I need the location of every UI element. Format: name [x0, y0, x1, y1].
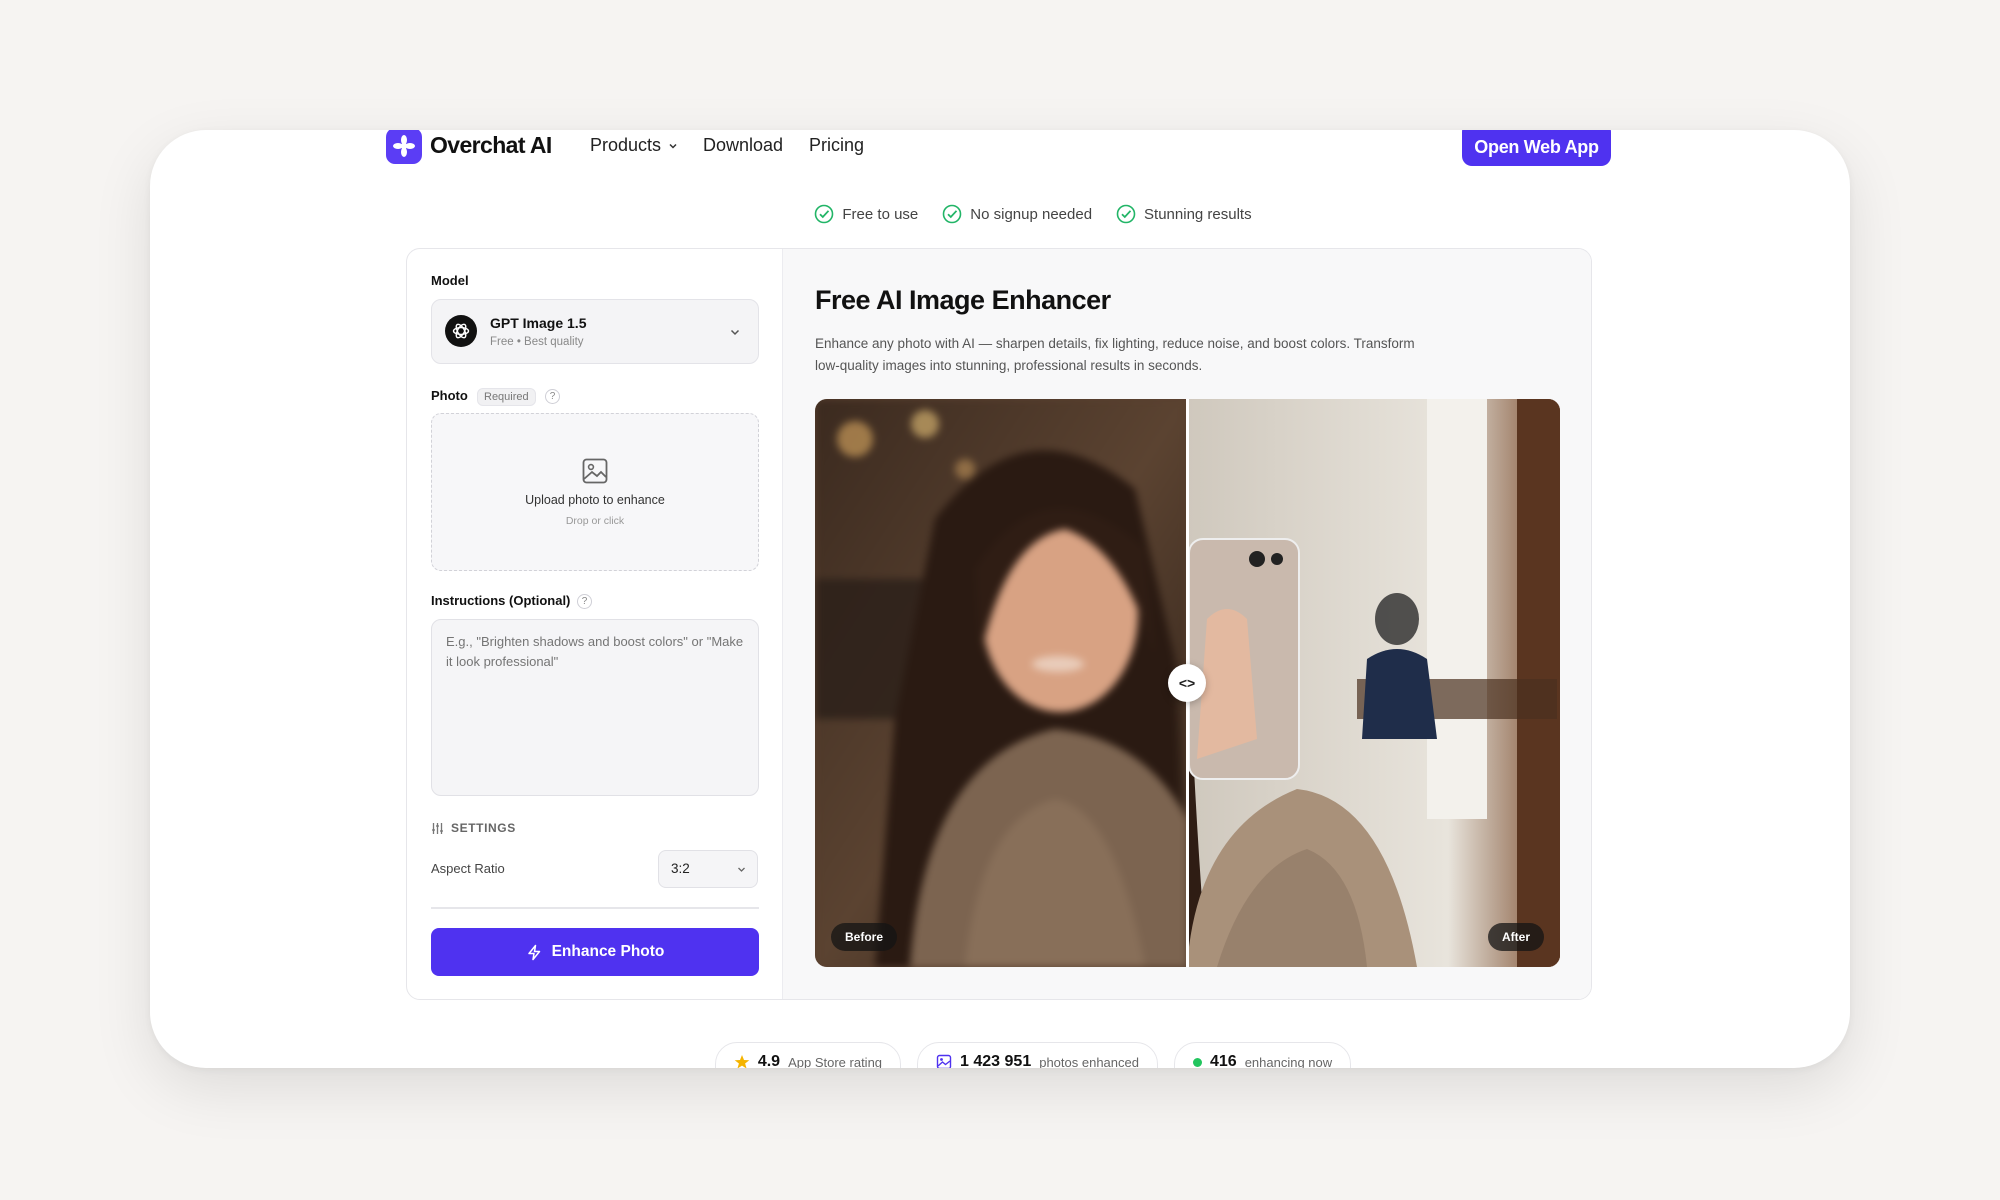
brand-name[interactable]: Overchat AI: [430, 132, 552, 159]
check-circle-icon: [815, 204, 834, 224]
sliders-icon: [432, 822, 443, 834]
stat-label: App Store rating: [788, 1054, 883, 1069]
split-handle[interactable]: <>: [1168, 664, 1206, 702]
model-name: GPT Image 1.5: [490, 315, 587, 331]
divider: [431, 907, 759, 909]
chevron-down-icon: [730, 329, 740, 336]
feature-label: Stunning results: [1144, 205, 1252, 223]
feature-item: Stunning results: [1116, 204, 1252, 224]
feature-item: Free to use: [814, 204, 918, 224]
hero-panel: Free AI Image Enhancer Enhance any photo…: [783, 249, 1591, 999]
before-photo: [815, 399, 1187, 967]
enhance-photo-label: Enhance Photo: [551, 943, 665, 960]
upload-title: Upload photo to enhance: [525, 493, 665, 507]
chevron-down-icon: [669, 143, 677, 149]
browser-frame: Overchat AI Products Download Pricing Op…: [150, 130, 1850, 1068]
model-select[interactable]: GPT Image 1.5 Free • Best quality: [431, 299, 759, 364]
lightning-icon: [527, 944, 540, 960]
openai-icon: [445, 315, 477, 347]
photo-label: Photo: [431, 388, 468, 403]
check-circle-icon: [1116, 204, 1136, 224]
feature-label: Free to use: [842, 205, 919, 223]
stat-live: 416 enhancing now: [1173, 1042, 1352, 1069]
before-label: Before: [831, 923, 898, 951]
aspect-ratio-value: 3:2: [671, 861, 690, 876]
instructions-label: Instructions (Optional): [431, 593, 571, 608]
image-icon: [936, 1054, 952, 1068]
check-circle-icon: [942, 204, 962, 224]
settings-header: SETTINGS: [431, 821, 516, 835]
image-icon: [582, 458, 608, 484]
open-web-app-button[interactable]: Open Web App: [1462, 130, 1611, 166]
feature-list: Free to use No signup needed Stunning re…: [150, 204, 1850, 224]
before-after-comparison[interactable]: <> Before After: [815, 399, 1560, 967]
feature-item: No signup needed: [942, 204, 1092, 224]
page-title: Free AI Image Enhancer: [815, 285, 1111, 315]
instructions-textarea[interactable]: [431, 619, 759, 796]
after-photo: [1187, 399, 1560, 967]
aspect-ratio-select[interactable]: 3:2: [658, 850, 758, 888]
upload-subtitle: Drop or click: [565, 515, 625, 527]
enhancer-form: Model GPT Image 1.5 Free • Best quality …: [407, 249, 783, 999]
feature-label: No signup needed: [970, 205, 1093, 223]
stat-value: 416: [1209, 1053, 1237, 1068]
aspect-ratio-label: Aspect Ratio: [431, 861, 505, 876]
stat-rating: 4.9 App Store rating: [714, 1042, 902, 1069]
star-icon: [734, 1055, 750, 1068]
model-subtitle: Free • Best quality: [490, 336, 584, 348]
stat-value: 4.9: [757, 1053, 781, 1068]
enhancer-card: Model GPT Image 1.5 Free • Best quality …: [406, 248, 1592, 1000]
nav-pricing[interactable]: Pricing: [809, 135, 864, 156]
nav-products[interactable]: Products: [590, 135, 679, 156]
stat-label: photos enhanced: [1039, 1054, 1139, 1069]
stat-label: enhancing now: [1244, 1054, 1333, 1069]
stat-photos: 1 423 951 photos enhanced: [917, 1042, 1158, 1068]
model-label: Model: [431, 273, 469, 288]
photo-upload-dropzone[interactable]: Upload photo to enhance Drop or click: [431, 413, 759, 571]
nav-download[interactable]: Download: [703, 135, 783, 156]
stat-value: 1 423 951: [960, 1053, 1032, 1068]
help-icon[interactable]: ?: [545, 389, 560, 404]
live-dot-icon: [1192, 1057, 1202, 1067]
help-icon[interactable]: ?: [577, 594, 592, 609]
after-label: After: [1487, 923, 1544, 951]
chevron-down-icon: [738, 867, 745, 872]
required-badge: Required: [477, 388, 536, 406]
nav-products-label: Products: [590, 135, 662, 155]
logo-icon[interactable]: [386, 130, 422, 164]
settings-label: SETTINGS: [451, 821, 516, 835]
page-description: Enhance any photo with AI — sharpen deta…: [815, 336, 1415, 373]
enhance-photo-button[interactable]: Enhance Photo: [431, 928, 759, 976]
top-nav: Overchat AI Products Download Pricing Op…: [150, 130, 1850, 190]
stats-bar: 4.9 App Store rating 1 423 951 photos en…: [150, 1042, 1850, 1068]
